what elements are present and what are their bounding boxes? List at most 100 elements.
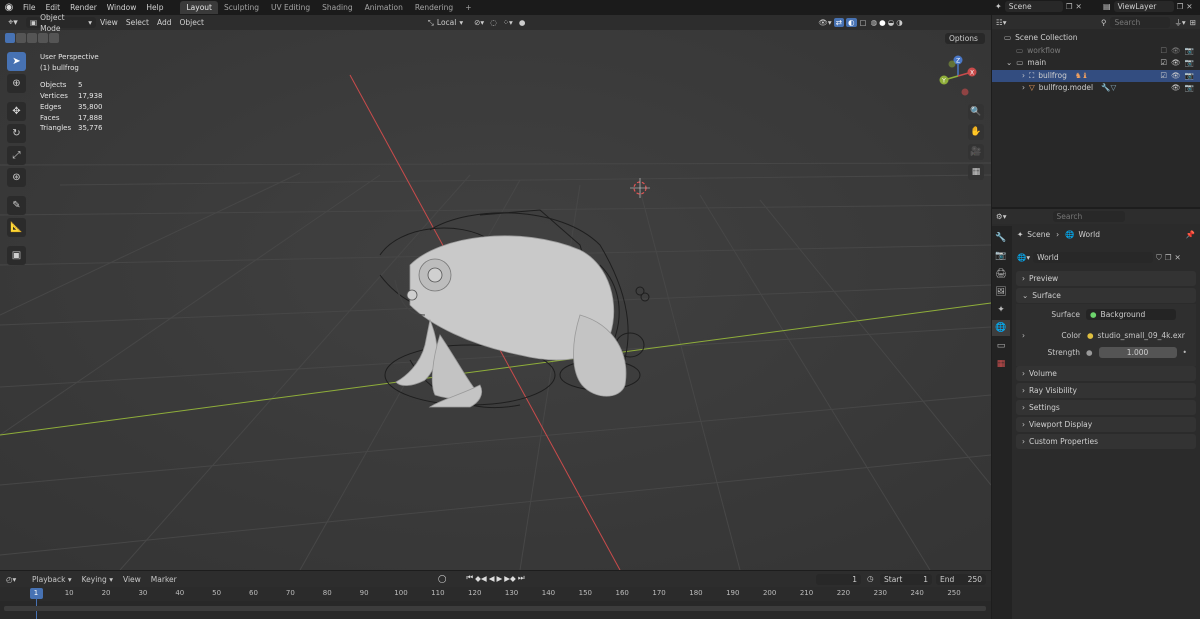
timeline-menu-marker[interactable]: Marker — [147, 575, 181, 584]
viewport-menu-add[interactable]: Add — [153, 15, 176, 30]
pivot-icon[interactable]: ⊘▾ — [471, 18, 487, 27]
viewport-canvas[interactable] — [0, 15, 991, 570]
outliner-search-input[interactable]: Search — [1110, 16, 1171, 28]
outliner-row-main[interactable]: ⌄ ▭ main ☑ 👁 📷 — [992, 57, 1200, 70]
panel-surface[interactable]: ⌄ Surface — [1016, 288, 1196, 303]
properties-editor-icon[interactable]: ⚙▾ — [996, 212, 1007, 221]
navigation-gizmo[interactable]: Z X Y — [932, 52, 982, 98]
timeline-menu-view[interactable]: View — [119, 575, 145, 584]
prev-keyframe-icon[interactable]: ◆◀ — [475, 574, 487, 583]
eye-icon[interactable]: 👁 — [1171, 45, 1181, 58]
proportional-edit-icon[interactable]: ● — [516, 18, 529, 27]
outliner-editor-icon[interactable]: ☷▾ — [996, 18, 1007, 27]
duplicate-world-icon[interactable]: ❐ — [1165, 253, 1172, 262]
options-dropdown[interactable]: Options — [945, 33, 985, 44]
collection-tab-icon[interactable]: ▭ — [992, 338, 1010, 354]
transform-orientation-dropdown[interactable]: ⤡ Local ▾ — [428, 18, 463, 28]
select-subtract-icon[interactable] — [27, 33, 37, 43]
breadcrumb-scene[interactable]: Scene — [1027, 230, 1050, 239]
camera-icon[interactable]: 📷 — [1185, 82, 1194, 95]
scene-field[interactable]: Scene — [1004, 1, 1063, 12]
transform-tool-icon[interactable]: ⊛ — [7, 168, 26, 187]
shading-rendered-icon[interactable]: ◑ — [895, 18, 904, 27]
exclude-checkbox-icon[interactable]: ☑ — [1160, 70, 1167, 83]
blender-logo-icon[interactable]: ◉ — [0, 2, 18, 13]
close-scene-icon[interactable]: ✕ — [1075, 2, 1081, 11]
outliner-row-scene-collection[interactable]: ▭ Scene Collection — [992, 32, 1200, 45]
select-new-icon[interactable] — [5, 33, 15, 43]
rotate-tool-icon[interactable]: ↻ — [7, 124, 26, 143]
shading-wireframe-icon[interactable]: ◍ — [870, 18, 879, 27]
panel-settings[interactable]: › Settings — [1016, 400, 1196, 415]
move-tool-icon[interactable]: ✥ — [7, 102, 26, 121]
start-frame-field[interactable]: Start 1 — [880, 574, 932, 585]
view-layer-tab-icon[interactable]: 🖼 — [992, 284, 1010, 300]
snap-icon[interactable]: ◌ — [487, 18, 500, 27]
panel-volume[interactable]: › Volume — [1016, 366, 1196, 381]
gizmo-toggle-icon[interactable]: ⇄ — [833, 18, 844, 27]
eye-icon[interactable]: 👁 — [1171, 57, 1181, 70]
annotate-tool-icon[interactable]: ✎ — [7, 196, 26, 215]
chevron-right-icon[interactable]: › — [1022, 331, 1025, 340]
camera-view-icon[interactable]: 🎥 — [968, 144, 984, 160]
viewport-menu-object[interactable]: Object — [175, 15, 207, 30]
panel-preview[interactable]: › Preview — [1016, 271, 1196, 286]
breadcrumb-world[interactable]: World — [1079, 230, 1101, 239]
xray-icon[interactable]: ▢ — [857, 18, 870, 27]
select-box-tool-icon[interactable]: ➤ — [7, 52, 26, 71]
zoom-icon[interactable]: 🔍 — [968, 104, 984, 120]
tab-sculpting[interactable]: Sculpting — [218, 1, 265, 14]
pan-hand-icon[interactable]: ✋ — [968, 124, 984, 140]
shading-solid-icon[interactable]: ● — [878, 18, 887, 27]
scene-selector[interactable]: ✦ Scene ❐ ✕ — [995, 1, 1082, 12]
play-reverse-icon[interactable]: ◀ — [489, 574, 495, 583]
panel-ray-visibility[interactable]: › Ray Visibility — [1016, 383, 1196, 398]
new-viewlayer-icon[interactable]: ❐ — [1177, 2, 1184, 11]
fake-user-icon[interactable]: ⛉ — [1156, 253, 1162, 263]
world-browse-icon[interactable]: 🌐▾ — [1017, 253, 1030, 262]
render-tab-icon[interactable]: 📷 — [992, 248, 1010, 264]
new-collection-icon[interactable]: ⊞ — [1190, 18, 1196, 27]
outliner-row-workflow[interactable]: ▭ workflow ☐ 👁 📷 — [992, 45, 1200, 58]
jump-end-icon[interactable]: ⏭ — [518, 573, 525, 583]
strength-field[interactable]: 1.000 — [1098, 347, 1177, 358]
output-tab-icon[interactable]: 🖨 — [992, 266, 1010, 282]
record-icon[interactable]: ◯ — [438, 574, 446, 583]
mode-dropdown[interactable]: ▣ Object Mode ▾ — [26, 13, 96, 33]
select-intersect-icon[interactable] — [49, 33, 59, 43]
funnel-icon[interactable]: ⏚▾ — [1174, 17, 1185, 28]
viewport-menu-view[interactable]: View — [96, 15, 122, 30]
snap-target-icon[interactable]: ⁘▾ — [500, 18, 516, 27]
add-cube-tool-icon[interactable]: ▣ — [7, 246, 26, 265]
panel-viewport-display[interactable]: › Viewport Display — [1016, 417, 1196, 432]
close-viewlayer-icon[interactable]: ✕ — [1186, 2, 1192, 11]
tab-animation[interactable]: Animation — [359, 1, 409, 14]
add-workspace-button[interactable]: + — [459, 1, 477, 14]
unlink-world-icon[interactable]: ✕ — [1174, 253, 1180, 262]
3d-viewport[interactable] — [0, 15, 991, 570]
select-invert-icon[interactable] — [38, 33, 48, 43]
tab-shading[interactable]: Shading — [316, 1, 358, 14]
menu-help[interactable]: Help — [141, 0, 168, 15]
scale-tool-icon[interactable]: ⤢ — [7, 146, 26, 165]
current-frame-field[interactable]: 1 — [816, 574, 861, 585]
timeline-scrollbar[interactable] — [4, 606, 986, 611]
pin-icon[interactable]: 📌 — [1186, 230, 1195, 239]
tab-uv-editing[interactable]: UV Editing — [265, 1, 316, 14]
chevron-right-icon[interactable]: › — [1022, 70, 1025, 83]
exclude-checkbox-icon[interactable]: ☑ — [1160, 57, 1167, 70]
timeline-menu-keying[interactable]: Keying ▾ — [78, 575, 117, 584]
ortho-grid-icon[interactable]: ▦ — [968, 164, 984, 180]
menu-file[interactable]: File — [18, 0, 41, 15]
overlay-toggle-icon[interactable]: ◐ — [845, 18, 857, 27]
menu-window[interactable]: Window — [102, 0, 142, 15]
viewlayer-field[interactable]: ViewLayer — [1113, 1, 1174, 12]
viewport-menu-select[interactable]: Select — [122, 15, 153, 30]
world-tab-icon[interactable]: 🌐 — [992, 320, 1010, 336]
timeline-editor-icon[interactable]: ◴▾ — [6, 575, 26, 584]
scene-tab-icon[interactable]: ✦ — [992, 302, 1010, 318]
clock-icon[interactable]: ◷ — [867, 574, 874, 583]
shading-material-icon[interactable]: ◒ — [887, 18, 896, 27]
chevron-down-icon[interactable]: ⌄ — [1006, 57, 1012, 70]
chevron-right-icon[interactable]: › — [1022, 82, 1025, 95]
